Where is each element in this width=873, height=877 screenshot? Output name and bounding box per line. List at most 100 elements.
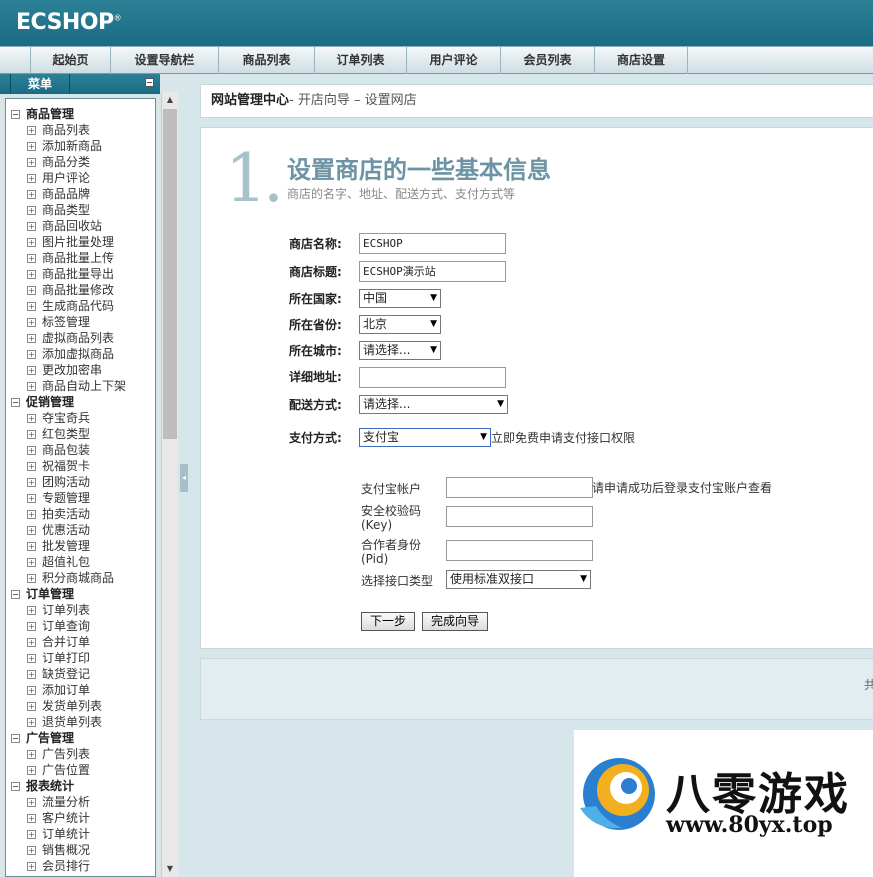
menu-group[interactable]: − 报表统计 (11, 778, 74, 794)
menu-tab[interactable]: 菜单 (10, 74, 70, 94)
menu-item[interactable]: + 更改加密串 (27, 362, 102, 378)
menu-group[interactable]: − 广告管理 (11, 730, 74, 746)
province-select[interactable]: 北京 ▼ (359, 315, 441, 334)
menu-item[interactable]: + 客户统计 (27, 810, 90, 826)
menu-item[interactable]: + 生成商品代码 (27, 298, 114, 314)
menu-item[interactable]: + 订单查询 (27, 618, 90, 634)
menu-item[interactable]: + 商品包装 (27, 442, 90, 458)
menu-item[interactable]: + 商品批量修改 (27, 282, 114, 298)
menu-leaf-icon: + (27, 750, 36, 759)
nav-item-home[interactable]: 起始页 (30, 47, 110, 74)
menu-item[interactable]: + 添加虚拟商品 (27, 346, 114, 362)
collapse-group-icon[interactable]: − (11, 110, 20, 119)
menu-item[interactable]: + 商品列表 (27, 122, 90, 138)
menu-label: 红包类型 (42, 427, 91, 441)
menu-item[interactable]: + 发货单列表 (27, 698, 102, 714)
security-code-input[interactable] (446, 506, 593, 527)
scroll-up-icon[interactable]: ▲ (162, 92, 178, 108)
menu-item[interactable]: + 添加新商品 (27, 138, 102, 154)
menu-item[interactable]: + 商品分类 (27, 154, 90, 170)
menu-item[interactable]: + 订单统计 (27, 826, 90, 842)
menu-item[interactable]: + 红包类型 (27, 426, 90, 442)
menu-leaf-icon: + (27, 158, 36, 167)
scroll-thumb[interactable] (163, 109, 177, 439)
menu-group[interactable]: − 促销管理 (11, 394, 74, 410)
menu-item[interactable]: + 批发管理 (27, 538, 90, 554)
menu-item[interactable]: + 广告位置 (27, 762, 90, 778)
collapse-sidebar-icon[interactable]: ◂ (180, 464, 188, 492)
menu-item[interactable]: + 积分商城商品 (27, 570, 114, 586)
chevron-down-icon: ▼ (480, 432, 487, 442)
menu-item[interactable]: + 夺宝奇兵 (27, 410, 90, 426)
menu-item[interactable]: + 虚拟商品列表 (27, 330, 114, 346)
menu-item[interactable]: + 专题管理 (27, 490, 90, 506)
menu-leaf-icon: + (27, 542, 36, 551)
menu-item[interactable]: + 会员排行 (27, 858, 90, 874)
menu-item[interactable]: + 用户评论 (27, 170, 90, 186)
menu-item[interactable]: + 退货单列表 (27, 714, 102, 730)
menu-item[interactable]: + 订单列表 (27, 602, 90, 618)
menu-item[interactable]: + 缺货登记 (27, 666, 90, 682)
interface-type-select[interactable]: 使用标准双接口 ▼ (446, 570, 591, 589)
collapse-icon[interactable]: − (145, 78, 154, 87)
menu-group[interactable]: − 订单管理 (11, 586, 74, 602)
menu-label: 客户统计 (42, 811, 91, 825)
nav-item-user-comments[interactable]: 用户评论 (406, 47, 500, 74)
city-select[interactable]: 请选择... ▼ (359, 341, 441, 360)
sidebar-scrollbar[interactable]: ▲ ▼ (161, 92, 178, 877)
menu-label: 订单查询 (42, 619, 91, 633)
nav-item-set-nav[interactable]: 设置导航栏 (110, 47, 218, 74)
finish-wizard-button[interactable]: 完成向导 (422, 612, 488, 631)
nav-item-shop-settings[interactable]: 商店设置 (594, 47, 688, 74)
partner-id-label: 合作者身份 (361, 538, 422, 552)
menu-label: 标签管理 (42, 315, 91, 329)
nav-item-goods-list[interactable]: 商品列表 (218, 47, 314, 74)
menu-item[interactable]: + 销售概况 (27, 842, 90, 858)
menu-item[interactable]: + 商品品牌 (27, 186, 90, 202)
menu-item[interactable]: + 商品类型 (27, 202, 90, 218)
shop-name-input[interactable]: ECSHOP (359, 233, 506, 254)
menu-item[interactable]: + 商品回收站 (27, 218, 102, 234)
menu-label: 流量分析 (42, 795, 91, 809)
partner-id-input[interactable] (446, 540, 593, 561)
country-select[interactable]: 中国 ▼ (359, 289, 441, 308)
menu-label: 商品批量修改 (42, 283, 115, 297)
menu-item[interactable]: + 优惠活动 (27, 522, 90, 538)
collapse-group-icon[interactable]: − (11, 398, 20, 407)
menu-item[interactable]: + 商品批量导出 (27, 266, 114, 282)
shipping-select[interactable]: 请选择... ▼ (359, 395, 508, 414)
nav-item-order-list[interactable]: 订单列表 (314, 47, 406, 74)
scroll-down-icon[interactable]: ▼ (162, 861, 178, 877)
collapse-group-icon[interactable]: − (11, 590, 20, 599)
address-input[interactable] (359, 367, 506, 388)
payment-select[interactable]: 支付宝 ▼ (359, 428, 491, 447)
chevron-down-icon: ▼ (430, 293, 437, 303)
menu-label: 销售概况 (42, 843, 91, 857)
menu-item[interactable]: + 拍卖活动 (27, 506, 90, 522)
menu-item[interactable]: + 订单打印 (27, 650, 90, 666)
menu-item[interactable]: + 团购活动 (27, 474, 90, 490)
collapse-group-icon[interactable]: − (11, 734, 20, 743)
menu-item[interactable]: + 标签管理 (27, 314, 90, 330)
country-value: 中国 (363, 291, 388, 305)
collapse-group-icon[interactable]: − (11, 782, 20, 791)
menu-label: 商品分类 (42, 155, 91, 169)
next-button[interactable]: 下一步 (361, 612, 415, 631)
payment-apply-link[interactable]: 立即免费申请支付接口权限 (491, 428, 635, 448)
menu-item[interactable]: + 商品自动上下架 (27, 378, 126, 394)
menu-item[interactable]: + 超值礼包 (27, 554, 90, 570)
menu-item[interactable]: + 合并订单 (27, 634, 90, 650)
menu-item[interactable]: + 添加订单 (27, 682, 90, 698)
menu-leaf-icon: + (27, 318, 36, 327)
alipay-account-input[interactable] (446, 477, 593, 498)
menu-item[interactable]: + 祝福贺卡 (27, 458, 90, 474)
menu-label: 发货单列表 (42, 699, 103, 713)
shop-title-label: 商店标题: (289, 265, 342, 279)
menu-item[interactable]: + 流量分析 (27, 794, 90, 810)
menu-group[interactable]: − 商品管理 (11, 106, 74, 122)
nav-item-member-list[interactable]: 会员列表 (500, 47, 594, 74)
shop-title-input[interactable]: ECSHOP演示站 (359, 261, 506, 282)
menu-item[interactable]: + 广告列表 (27, 746, 90, 762)
menu-item[interactable]: + 图片批量处理 (27, 234, 114, 250)
menu-item[interactable]: + 商品批量上传 (27, 250, 114, 266)
